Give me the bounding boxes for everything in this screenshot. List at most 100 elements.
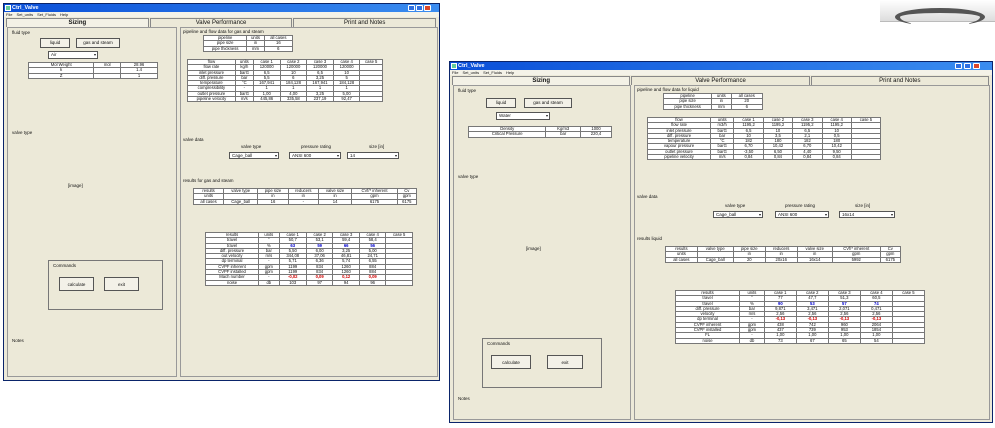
- left-panel: fluid type liquid gas and steam Air Mol …: [7, 27, 177, 377]
- table-cell[interactable]: [385, 279, 413, 286]
- valve-data-label: valve data: [637, 194, 658, 199]
- cell[interactable]: 1: [120, 72, 158, 79]
- menu-set-units[interactable]: Set_units: [462, 70, 479, 75]
- table-cell[interactable]: 96: [358, 279, 387, 286]
- table-cell[interactable]: 97: [305, 279, 334, 286]
- liquid-button[interactable]: liquid: [40, 38, 70, 48]
- table-cell[interactable]: 6: [263, 45, 294, 52]
- tab-valve-performance[interactable]: Valve Performance: [149, 18, 293, 27]
- exit-button[interactable]: exit: [547, 355, 583, 369]
- table-cell[interactable]: 5992: [831, 256, 881, 263]
- table-cell[interactable]: 20x16: [764, 256, 798, 263]
- menu-file[interactable]: File: [452, 70, 458, 75]
- cell: Critical Pressure: [467, 131, 547, 138]
- table-cell[interactable]: 54: [859, 337, 893, 344]
- table-cell[interactable]: 20: [732, 256, 766, 263]
- table-cell[interactable]: 92,47: [332, 96, 361, 103]
- tab-print-notes[interactable]: Print and Notes: [810, 76, 989, 85]
- maximize-icon[interactable]: [964, 63, 971, 69]
- fluid-select[interactable]: Air: [48, 51, 98, 59]
- table-cell[interactable]: 6175: [879, 256, 902, 263]
- title-bar: Ctrl_Valve: [4, 4, 439, 12]
- cell: bar: [545, 131, 582, 138]
- menu-help[interactable]: Help: [506, 70, 514, 75]
- table-cell[interactable]: [850, 154, 882, 161]
- tab-valve-performance[interactable]: Valve Performance: [631, 76, 810, 85]
- commands-box: Commands calculate exit: [48, 260, 163, 310]
- table-cell[interactable]: 6175: [351, 198, 398, 205]
- table-cell: Cage_ball: [696, 256, 734, 263]
- table-row: noise db 73 67 65 54: [674, 337, 926, 344]
- gas-steam-button[interactable]: gas and steam: [524, 98, 572, 108]
- gas-steam-button[interactable]: gas and steam: [76, 38, 120, 48]
- tab-sizing[interactable]: Sizing: [6, 18, 149, 27]
- table-row: pipe thickness mm 6: [202, 45, 294, 52]
- table-row: all cases Cage_ball 16-14 6175 6175: [192, 198, 418, 205]
- table-cell[interactable]: 0,84: [762, 154, 794, 161]
- results-summary-table: results valve type pipe size reducers valve …: [192, 187, 418, 205]
- menu-set-units[interactable]: Set_units: [16, 12, 33, 17]
- table-cell: all cases: [192, 198, 225, 205]
- menu-set-fluids[interactable]: Set_Fluids: [483, 70, 502, 75]
- exit-button[interactable]: exit: [104, 277, 139, 291]
- table-row: pipeline velocity m/s 445,86 335,58 237,19 92…: [187, 96, 383, 103]
- background-graphic: [880, 0, 995, 26]
- table-cell[interactable]: 73: [763, 337, 797, 344]
- table-cell[interactable]: 6: [730, 103, 764, 110]
- liquid-button[interactable]: liquid: [486, 98, 516, 108]
- valve-data-label: valve data: [183, 137, 204, 142]
- table-cell[interactable]: 0,84: [821, 154, 852, 161]
- cell: Z: [27, 72, 95, 79]
- tab-sizing[interactable]: Sizing: [452, 76, 631, 85]
- table-cell[interactable]: 94: [332, 279, 360, 286]
- table-cell[interactable]: [891, 337, 926, 344]
- table-cell[interactable]: 6175: [396, 198, 418, 205]
- table-cell[interactable]: 16: [257, 198, 289, 205]
- tab-print-notes[interactable]: Print and Notes: [293, 18, 437, 27]
- valve-type-header: valve type: [241, 144, 262, 149]
- minimize-icon[interactable]: [955, 63, 962, 69]
- window-back: Ctrl_Valve File Set_units Set_Fluids Help S…: [3, 3, 440, 381]
- table-cell[interactable]: 65: [827, 337, 861, 344]
- table-cell: pipe thickness: [662, 103, 713, 110]
- menu-set-fluids[interactable]: Set_Fluids: [37, 12, 56, 17]
- close-icon[interactable]: [973, 63, 980, 69]
- flow-table: flow units case 1 case 2 case 3 case 4 case 5f…: [646, 116, 882, 161]
- table-cell[interactable]: 445,86: [252, 96, 281, 103]
- results-table: results units case 1 case 2 case 3 case 4 case…: [204, 231, 413, 286]
- tab-strip: Sizing Valve Performance Print and Notes: [452, 76, 990, 85]
- calculate-button[interactable]: calculate: [59, 277, 94, 291]
- valve-type-header: valve type: [725, 203, 746, 208]
- pipe-section-title: pipeline and flow data for liquid: [637, 87, 699, 92]
- pressure-rating-select[interactable]: ANSI 600: [289, 152, 341, 159]
- table-cell[interactable]: 237,19: [306, 96, 334, 103]
- size-select[interactable]: 14: [347, 152, 399, 159]
- table-cell[interactable]: 0,84: [792, 154, 823, 161]
- calculate-button[interactable]: calculate: [491, 355, 531, 369]
- close-icon[interactable]: [424, 5, 431, 11]
- table-cell[interactable]: -: [287, 198, 319, 205]
- fluid-select[interactable]: Water: [496, 112, 550, 120]
- results-title: results for gas and steam: [183, 178, 234, 183]
- left-panel: fluid type liquid gas and steam Water De…: [453, 85, 631, 420]
- table-cell[interactable]: 103: [278, 279, 307, 286]
- cell[interactable]: 220,4: [580, 131, 612, 138]
- menu-file[interactable]: File: [6, 12, 12, 17]
- table-cell[interactable]: 0,84: [733, 154, 764, 161]
- fluid-props-table: Density Kg/m3 1000 Critical Pressure bar 220…: [467, 125, 612, 138]
- menu-help[interactable]: Help: [60, 12, 68, 17]
- table-cell[interactable]: 16x14: [796, 256, 833, 263]
- pressure-rating-select[interactable]: ANSI 600: [775, 211, 829, 218]
- table-cell[interactable]: 67: [795, 337, 829, 344]
- table-cell: mm: [711, 103, 732, 110]
- table-cell[interactable]: 14: [317, 198, 353, 205]
- valve-type-select[interactable]: Cage_ball: [713, 211, 763, 218]
- menu-bar: File Set_units Set_Fluids Help: [4, 12, 439, 17]
- minimize-icon[interactable]: [408, 5, 415, 11]
- table-cell[interactable]: [359, 96, 383, 103]
- maximize-icon[interactable]: [416, 5, 423, 11]
- table-cell[interactable]: 335,58: [279, 96, 308, 103]
- pressure-rating-header: pressure rating: [301, 144, 332, 149]
- valve-type-select[interactable]: Cage_ball: [229, 152, 279, 159]
- size-select[interactable]: 16x14: [839, 211, 895, 218]
